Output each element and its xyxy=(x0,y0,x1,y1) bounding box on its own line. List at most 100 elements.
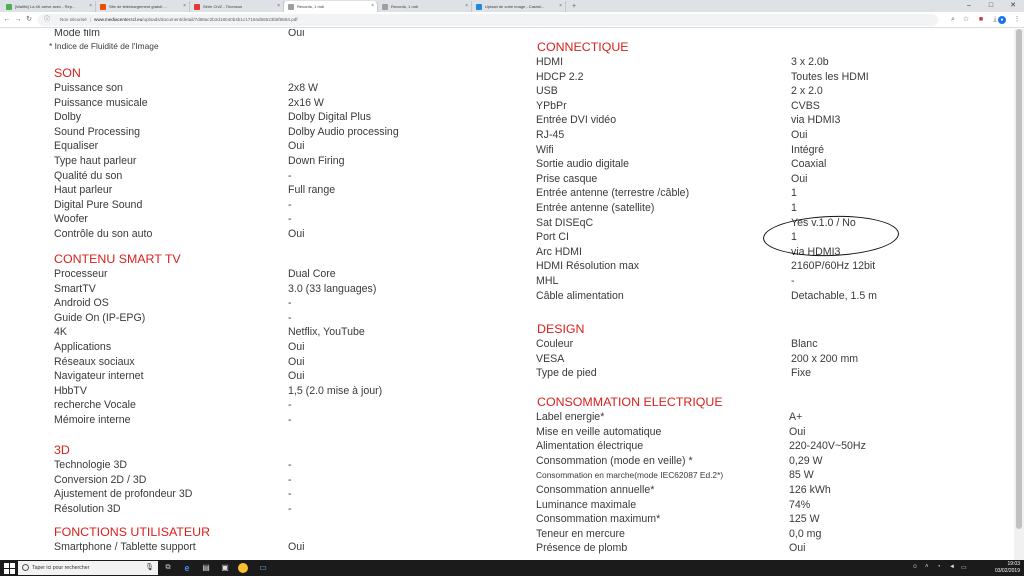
browser-tab[interactable]: Records, 1 mdi × xyxy=(284,1,378,12)
tab-favicon-icon xyxy=(6,4,12,10)
spec-value: Intégré xyxy=(791,143,824,156)
search-icon xyxy=(22,564,29,571)
tab-close-icon[interactable]: × xyxy=(89,1,92,12)
spec-value: Detachable, 1.5 m xyxy=(791,289,877,302)
spec-value: 2x8 W xyxy=(288,82,319,94)
forward-arrow-icon[interactable]: → xyxy=(13,15,23,25)
clock-time: 19:03 xyxy=(1007,561,1020,567)
spec-value: Down Firing xyxy=(288,155,345,167)
microphone-icon[interactable]: 🎙 xyxy=(145,561,154,575)
photos-app-icon[interactable]: ▭ xyxy=(257,562,269,574)
tray-chevron-icon[interactable]: ˄ xyxy=(925,564,929,570)
spec-label: Alimentation électrique xyxy=(536,440,644,453)
new-tab-button[interactable]: + xyxy=(566,1,582,12)
spec-label: Présence de plomb xyxy=(536,542,628,555)
section-heading: FONCTIONS UTILISATEUR xyxy=(54,525,211,539)
spec-value: Oui xyxy=(789,542,806,555)
tab-title: Records, 1 mdi xyxy=(391,4,418,9)
spec-label: Navigateur internet xyxy=(54,370,144,383)
back-arrow-icon[interactable]: ← xyxy=(2,15,12,25)
browser-tab[interactable]: Records, 1 mdi × xyxy=(378,1,472,12)
chrome-browser-icon[interactable] xyxy=(238,563,248,573)
spec-value: - xyxy=(288,213,292,226)
taskbar-search-input[interactable]: Taper ici pour rechercher 🎙 xyxy=(18,561,158,575)
system-clock[interactable]: 19:03 03/02/2019 xyxy=(995,560,1020,576)
spec-label: Sound Processing xyxy=(54,125,140,138)
file-explorer-icon[interactable]: ▤ xyxy=(200,562,212,574)
menu-dots-icon[interactable]: ⋮ xyxy=(1012,15,1022,25)
spec-label: Entrée antenne (satellite) xyxy=(536,202,655,214)
section-heading: 3D xyxy=(54,443,70,457)
section-heading: SON xyxy=(54,66,81,80)
windows-taskbar: Taper ici pour rechercher 🎙 ⧉ e ▤ ▣ ▭ ☺ … xyxy=(0,560,1024,576)
spec-value: 1 xyxy=(791,187,797,200)
volume-icon[interactable]: ◄ xyxy=(949,564,955,570)
spec-value: 200 x 200 mm xyxy=(791,352,859,365)
battery-icon[interactable]: ▭ xyxy=(961,564,967,571)
clock-date: 03/02/2019 xyxy=(994,568,1020,574)
windows-start-icon[interactable] xyxy=(2,562,16,574)
tab-close-icon[interactable]: × xyxy=(371,1,374,12)
spec-value: Dual Core xyxy=(288,268,336,280)
address-bar[interactable]: ⓘ Non sécurisé | www.mediacenter.tcl.eu/up… xyxy=(38,14,938,26)
spec-value: Oui xyxy=(288,541,305,553)
spec-value: Oui xyxy=(789,425,806,438)
spec-label: HDMI Résolution max xyxy=(536,260,640,273)
tab-close-icon[interactable]: × xyxy=(183,1,186,12)
browser-tab[interactable]: Upload de votre image - Casimi... × xyxy=(472,1,566,12)
spec-label: Arc HDMI xyxy=(536,245,582,258)
browser-tab[interactable]: Série Ch/Z - Thomson × xyxy=(190,1,284,12)
spec-label: Câble alimentation xyxy=(536,289,624,302)
section-heading: CONTENU SMART TV xyxy=(54,252,181,266)
tab-close-icon[interactable]: × xyxy=(559,1,562,12)
spec-label: Digital Pure Sound xyxy=(54,198,143,211)
browser-tab[interactable]: Site de téléchargement gratuit ... × xyxy=(96,1,190,12)
spec-label: Résolution 3D xyxy=(54,502,121,515)
spec-label: Smartphone / Tablette support xyxy=(54,541,196,553)
scrollbar-thumb[interactable] xyxy=(1016,29,1022,529)
tab-close-icon[interactable]: × xyxy=(277,1,280,12)
spec-label: Puissance musicale xyxy=(54,96,148,109)
minimize-window-button[interactable]: – xyxy=(958,0,980,12)
vertical-scrollbar[interactable] xyxy=(1014,29,1024,560)
close-window-button[interactable]: ✕ xyxy=(1002,0,1024,12)
spec-label: Prise casque xyxy=(536,172,598,185)
spec-value: 2 x 2.0 xyxy=(791,85,823,98)
spec-label: Entrée antenne (terrestre /câble) xyxy=(536,187,690,200)
spec-label: Android OS xyxy=(54,297,109,310)
task-view-icon[interactable]: ⧉ xyxy=(162,562,174,574)
bookmark-star-icon[interactable]: ☆ xyxy=(961,15,971,25)
spec-value: via HDMI3 xyxy=(791,114,841,127)
store-icon[interactable]: ▣ xyxy=(219,562,231,574)
spec-value: - xyxy=(288,473,292,486)
spec-label: Consommation (mode en veille) * xyxy=(536,454,693,467)
spec-label: Luminance maximale xyxy=(536,498,637,511)
spec-value: Coaxial xyxy=(791,158,827,171)
spec-label: Mémoire interne xyxy=(54,414,131,426)
edge-browser-icon[interactable]: e xyxy=(181,562,193,574)
spec-value: - xyxy=(288,311,292,324)
profile-avatar-icon[interactable]: ● xyxy=(998,16,1006,24)
people-icon[interactable]: ☺ xyxy=(912,564,918,570)
spec-label: RJ-45 xyxy=(536,129,565,141)
spec-value: 125 W xyxy=(789,513,820,526)
browser-tab[interactable]: [Wallfix] La 4K arrive avec - Rep... × xyxy=(2,1,96,12)
spec-label: Mise en veille automatique xyxy=(536,425,662,438)
reload-icon[interactable]: ↻ xyxy=(24,15,34,25)
extension-icon[interactable]: ■ xyxy=(976,15,986,25)
tab-close-icon[interactable]: × xyxy=(465,1,468,12)
maximize-window-button[interactable]: □ xyxy=(980,0,1002,12)
spec-value: 3 x 2.0b xyxy=(791,56,829,68)
tab-favicon-icon xyxy=(288,4,294,10)
spec-value: - xyxy=(288,399,292,412)
tab-favicon-icon xyxy=(382,4,388,10)
network-icon[interactable]: ◔ xyxy=(937,564,941,570)
spec-label: Woofer xyxy=(54,213,88,226)
spec-label: Type haut parleur xyxy=(54,155,137,167)
spec-label: Haut parleur xyxy=(54,184,113,197)
spec-value: 74% xyxy=(789,498,811,511)
spec-label: Type de pied xyxy=(536,367,597,380)
browser-toolbar: ← → ↻ ⓘ Non sécurisé | www.mediacenter.tcl… xyxy=(0,12,1024,28)
tab-favicon-icon xyxy=(476,4,482,10)
zoom-icon[interactable]: ⌕ xyxy=(948,15,958,25)
